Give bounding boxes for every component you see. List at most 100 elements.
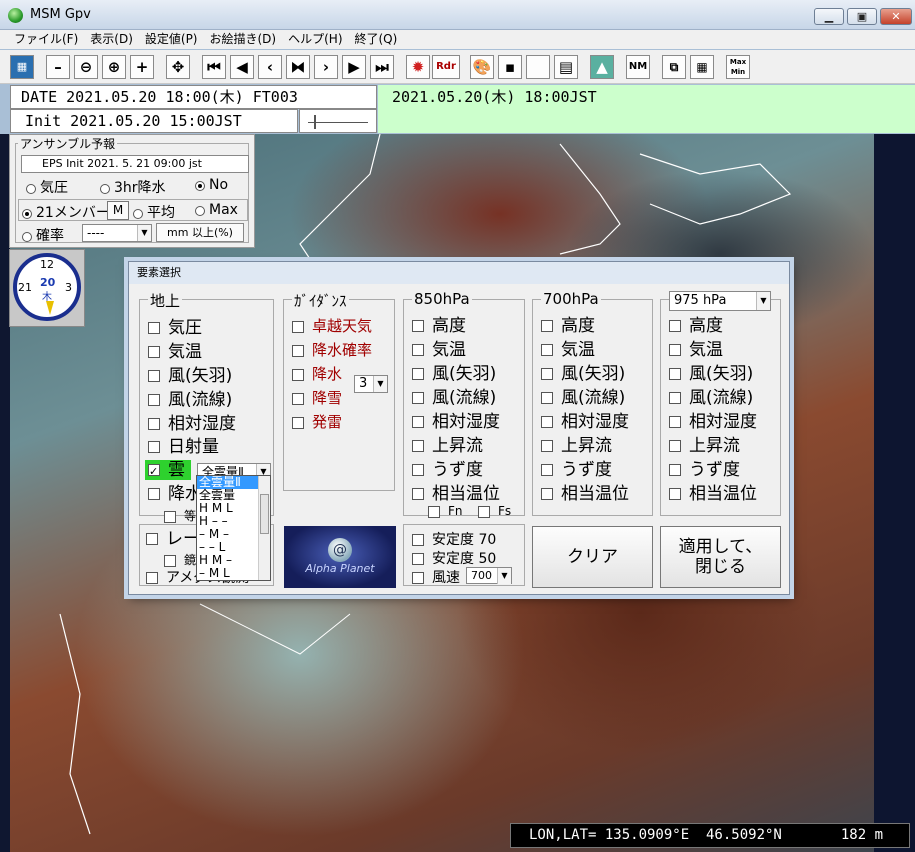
p850-wind-barb-checkbox[interactable]: 風(矢羽) [412,364,496,384]
stability-50-checkbox[interactable]: 安定度 50 [412,548,496,568]
radio-3hr-precip[interactable]: 3hr降水 [100,177,166,197]
p850-rh-checkbox[interactable]: 相対湿度 [412,412,500,432]
radar-sun-icon-button[interactable]: ✹ [406,55,430,79]
pan-center-button[interactable]: ✥ [166,55,190,79]
last-frame-button[interactable]: ⏭ [370,55,394,79]
radio-average[interactable]: 平均 [133,202,175,222]
zoom-out-button[interactable]: – [46,55,70,79]
clear-button[interactable]: クリア [532,526,653,588]
p850-group: 850hPa 高度 気温 風(矢羽) 風(流線) 相対湿度 上昇流 うず度 相当… [403,290,525,518]
radio-pressure[interactable]: 気圧 [26,177,68,197]
p850-updraft-checkbox[interactable]: 上昇流 [412,436,483,456]
plevel-rh-checkbox[interactable]: 相対湿度 [669,412,757,432]
cloud-dropdown-list[interactable]: 全雲量Ⅱ 全雲量 H M L H – – – M – – – L H M – –… [196,475,271,581]
surface-wind-stream-checkbox[interactable]: 風(流線) [148,390,232,410]
surface-pressure-checkbox[interactable]: 気圧 [148,318,202,338]
forward-step-button[interactable]: › [314,55,338,79]
menu-quit[interactable]: 終了(Q) [349,30,404,49]
radio-max[interactable]: Max [195,202,238,218]
guidance-snow-checkbox[interactable]: 降雪 [292,388,342,408]
p850-fn-checkbox[interactable]: Fn [428,504,463,518]
back-step-button[interactable]: ‹ [258,55,282,79]
zoom-in-circle-button[interactable]: ⊕ [102,55,126,79]
forward-fast-button[interactable]: ▶ [342,55,366,79]
p850-theta-e-checkbox[interactable]: 相当温位 [412,484,500,504]
minimize-button[interactable]: ▁ [814,8,844,25]
plevel-vorticity-checkbox[interactable]: うず度 [669,460,740,480]
p850-fs-checkbox[interactable]: Fs [478,504,511,518]
window-layout-icon-button[interactable]: ⧉ [662,55,686,79]
plevel-wind-barb-checkbox[interactable]: 風(矢羽) [669,364,753,384]
guidance-weather-checkbox[interactable]: 卓越天気 [292,316,372,336]
nm-button[interactable]: NM [626,55,650,79]
slider-thumb[interactable] [314,115,316,129]
radio-probability[interactable]: 確率 [22,225,64,245]
plevel-updraft-checkbox[interactable]: 上昇流 [669,436,740,456]
zoom-in-button[interactable]: + [130,55,154,79]
p850-vorticity-checkbox[interactable]: うず度 [412,460,483,480]
rdr-button[interactable]: Rdr [432,55,460,79]
apply-close-button[interactable]: 適用して、 閉じる [660,526,781,588]
save-icon-button[interactable]: ▪ [498,55,522,79]
wind-speed-level-select[interactable]: 700 ▼ [466,567,512,584]
dropdown-scrollbar[interactable] [258,476,270,580]
surface-cloud-checkbox[interactable]: 雲 [145,460,191,482]
print-icon-button[interactable]: ▤ [554,55,578,79]
landscape-icon-button[interactable]: ▲ [590,55,614,79]
close-button[interactable]: ✕ [880,8,912,25]
surface-precip-checkbox[interactable]: 降水 [148,484,202,504]
surface-rh-checkbox[interactable]: 相対湿度 [148,414,236,434]
radio-no[interactable]: No [195,177,228,193]
menu-help[interactable]: ヘルプ(H) [282,30,348,49]
p850-wind-stream-checkbox[interactable]: 風(流線) [412,388,496,408]
p700-theta-e-checkbox[interactable]: 相当温位 [541,484,629,504]
guidance-pop-checkbox[interactable]: 降水確率 [292,340,372,360]
surface-isoline-checkbox[interactable]: 等 [164,507,196,524]
mirror-checkbox[interactable]: 鏡 [164,551,196,568]
guidance-hours-select[interactable]: 3 ▼ [354,375,388,393]
surface-radiation-checkbox[interactable]: 日射量 [148,437,219,457]
pressure-level-select[interactable]: 975 hPa ▼ [669,291,771,311]
window-title: MSM Gpv [30,7,91,22]
plevel-height-checkbox[interactable]: 高度 [669,316,723,336]
maxmin-button[interactable]: Max Min [726,55,750,79]
guidance-precip-checkbox[interactable]: 降水 [292,364,342,384]
wind-speed-checkbox[interactable]: 風速 [412,567,460,587]
guidance-thunder-checkbox[interactable]: 発雷 [292,412,342,432]
p850-height-checkbox[interactable]: 高度 [412,316,466,336]
radar-checkbox[interactable]: レー [146,529,200,549]
p700-wind-barb-checkbox[interactable]: 風(矢羽) [541,364,625,384]
p700-temp-checkbox[interactable]: 気温 [541,340,595,360]
radio-21-members[interactable]: 21メンバー [22,202,110,222]
p700-wind-stream-checkbox[interactable]: 風(流線) [541,388,625,408]
threshold-button[interactable]: mm 以上(%) [156,223,244,242]
surface-temp-checkbox[interactable]: 気温 [148,342,202,362]
menu-settings[interactable]: 設定値(P) [139,30,204,49]
menu-file[interactable]: ファイル(F) [0,30,84,49]
palette-icon-button[interactable]: 🎨 [470,55,494,79]
zoom-out-circle-button[interactable]: ⊖ [74,55,98,79]
member-m-button[interactable]: M [107,201,129,220]
p850-temp-checkbox[interactable]: 気温 [412,340,466,360]
app-icon [8,8,23,23]
maximize-button[interactable]: ▣ [847,8,877,25]
map-icon-button[interactable]: ▦ [10,55,34,79]
p700-updraft-checkbox[interactable]: 上昇流 [541,436,612,456]
plevel-temp-checkbox[interactable]: 気温 [669,340,723,360]
plevel-wind-stream-checkbox[interactable]: 風(流線) [669,388,753,408]
menu-view[interactable]: 表示(D) [84,30,139,49]
stability-70-checkbox[interactable]: 安定度 70 [412,529,496,549]
stop-button[interactable]: ⧓ [286,55,310,79]
probability-select[interactable]: ---- ▼ [82,224,152,242]
p700-height-checkbox[interactable]: 高度 [541,316,595,336]
blank-button[interactable] [526,55,550,79]
surface-wind-barb-checkbox[interactable]: 風(矢羽) [148,366,232,386]
p700-rh-checkbox[interactable]: 相対湿度 [541,412,629,432]
plevel-theta-e-checkbox[interactable]: 相当温位 [669,484,757,504]
p700-vorticity-checkbox[interactable]: うず度 [541,460,612,480]
back-fast-button[interactable]: ◀ [230,55,254,79]
grid-icon-button[interactable]: ▦ [690,55,714,79]
time-slider[interactable] [299,109,377,133]
first-frame-button[interactable]: ⏮ [202,55,226,79]
menu-draw[interactable]: お絵描き(D) [204,30,283,49]
